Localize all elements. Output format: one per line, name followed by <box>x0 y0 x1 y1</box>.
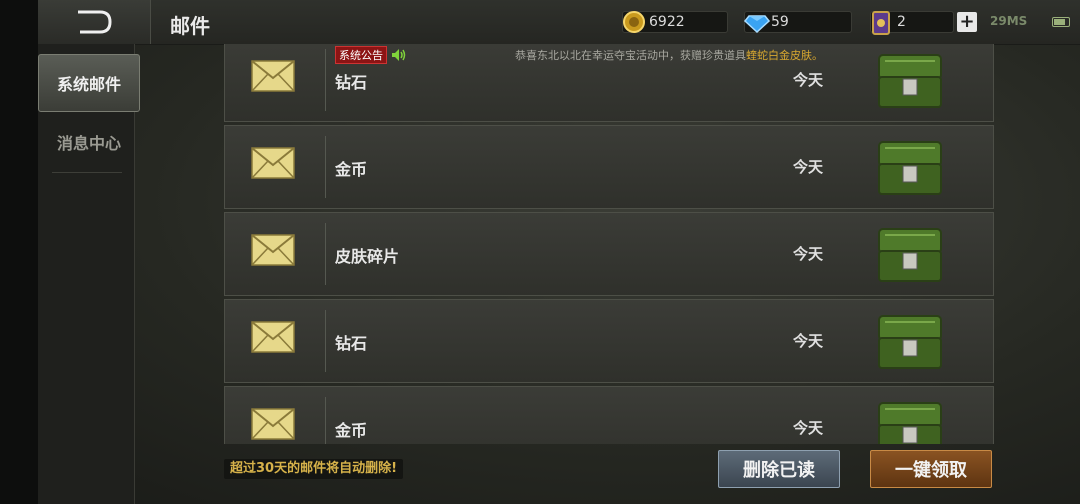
envelope-icon <box>251 147 295 179</box>
sidebar-divider <box>52 172 122 173</box>
delete-read-button[interactable]: 删除已读 <box>718 450 840 488</box>
chest-icon <box>878 315 942 369</box>
tab-system-mail[interactable]: 系统邮件 <box>38 54 140 112</box>
mail-item[interactable]: 皮肤碎片 今天 <box>224 212 994 296</box>
battery-icon <box>1052 17 1070 27</box>
mail-divider <box>325 136 326 198</box>
mail-divider <box>325 397 326 444</box>
mail-subject: 钻石 <box>335 73 368 92</box>
envelope-icon <box>251 60 295 92</box>
mail-date: 今天 <box>793 158 824 176</box>
chest-icon <box>878 228 942 282</box>
mail-subject: 皮肤碎片 <box>335 247 400 266</box>
gold-counter: 6922 <box>622 10 728 34</box>
claim-all-button[interactable]: 一键领取 <box>870 450 992 488</box>
announcement-text-wrap: 恭喜东北以北在幸运夺宝活动中，获赠珍贵道具蝰蛇白金皮肤。 <box>515 47 823 63</box>
mail-divider <box>325 223 326 285</box>
mail-list[interactable]: 钻石 今天 金币 今天 皮肤碎片 今天 钻石 今天 金币 今天 <box>224 44 994 444</box>
announcement-text: 恭喜东北以北在幸运夺宝活动中，获赠珍贵道具 <box>515 49 746 62</box>
page-title: 邮件 <box>170 14 210 38</box>
mail-date: 今天 <box>793 245 824 263</box>
back-button[interactable] <box>38 0 151 44</box>
card-icon <box>872 11 890 35</box>
delete-read-label: 删除已读 <box>743 460 815 481</box>
mail-item[interactable]: 金币 今天 <box>224 386 994 444</box>
ping-indicator: 29MS <box>990 14 1028 28</box>
mail-date: 今天 <box>793 71 824 89</box>
mail-divider <box>325 310 326 372</box>
mail-subject: 钻石 <box>335 334 368 353</box>
mail-item[interactable]: 钻石 今天 <box>224 299 994 383</box>
card-counter: 2 <box>870 10 954 35</box>
envelope-icon <box>251 234 295 266</box>
system-announcement: 系统公告 恭喜东北以北在幸运夺宝活动中，获赠珍贵道具蝰蛇白金皮肤。 <box>335 46 975 64</box>
speaker-icon <box>392 49 406 61</box>
mail-date: 今天 <box>793 332 824 350</box>
mail-item[interactable]: 金币 今天 <box>224 125 994 209</box>
envelope-icon <box>251 321 295 353</box>
add-currency-button[interactable]: + <box>957 12 977 32</box>
auto-delete-notice: 超过30天的邮件将自动删除! <box>224 459 404 479</box>
diamond-icon <box>744 15 770 34</box>
envelope-icon <box>251 408 295 440</box>
tab-message-center[interactable]: 消息中心 <box>38 114 140 170</box>
diamond-counter: 59 <box>744 10 852 34</box>
mail-divider <box>325 49 326 111</box>
gold-coin-icon <box>623 11 645 33</box>
tab-system-mail-label: 系统邮件 <box>56 75 121 94</box>
screen-edge <box>0 0 38 504</box>
sidebar: 系统邮件 消息中心 <box>38 44 140 504</box>
mail-subject: 金币 <box>335 160 368 179</box>
back-icon <box>78 10 112 34</box>
announcement-highlight: 蝰蛇白金皮肤。 <box>746 49 823 62</box>
announcement-tag: 系统公告 <box>335 46 387 64</box>
mail-date: 今天 <box>793 419 824 437</box>
tab-message-center-label: 消息中心 <box>56 134 121 153</box>
chest-icon <box>878 141 942 195</box>
claim-all-label: 一键领取 <box>895 460 967 481</box>
mail-subject: 金币 <box>335 421 368 440</box>
chest-icon <box>878 402 942 444</box>
